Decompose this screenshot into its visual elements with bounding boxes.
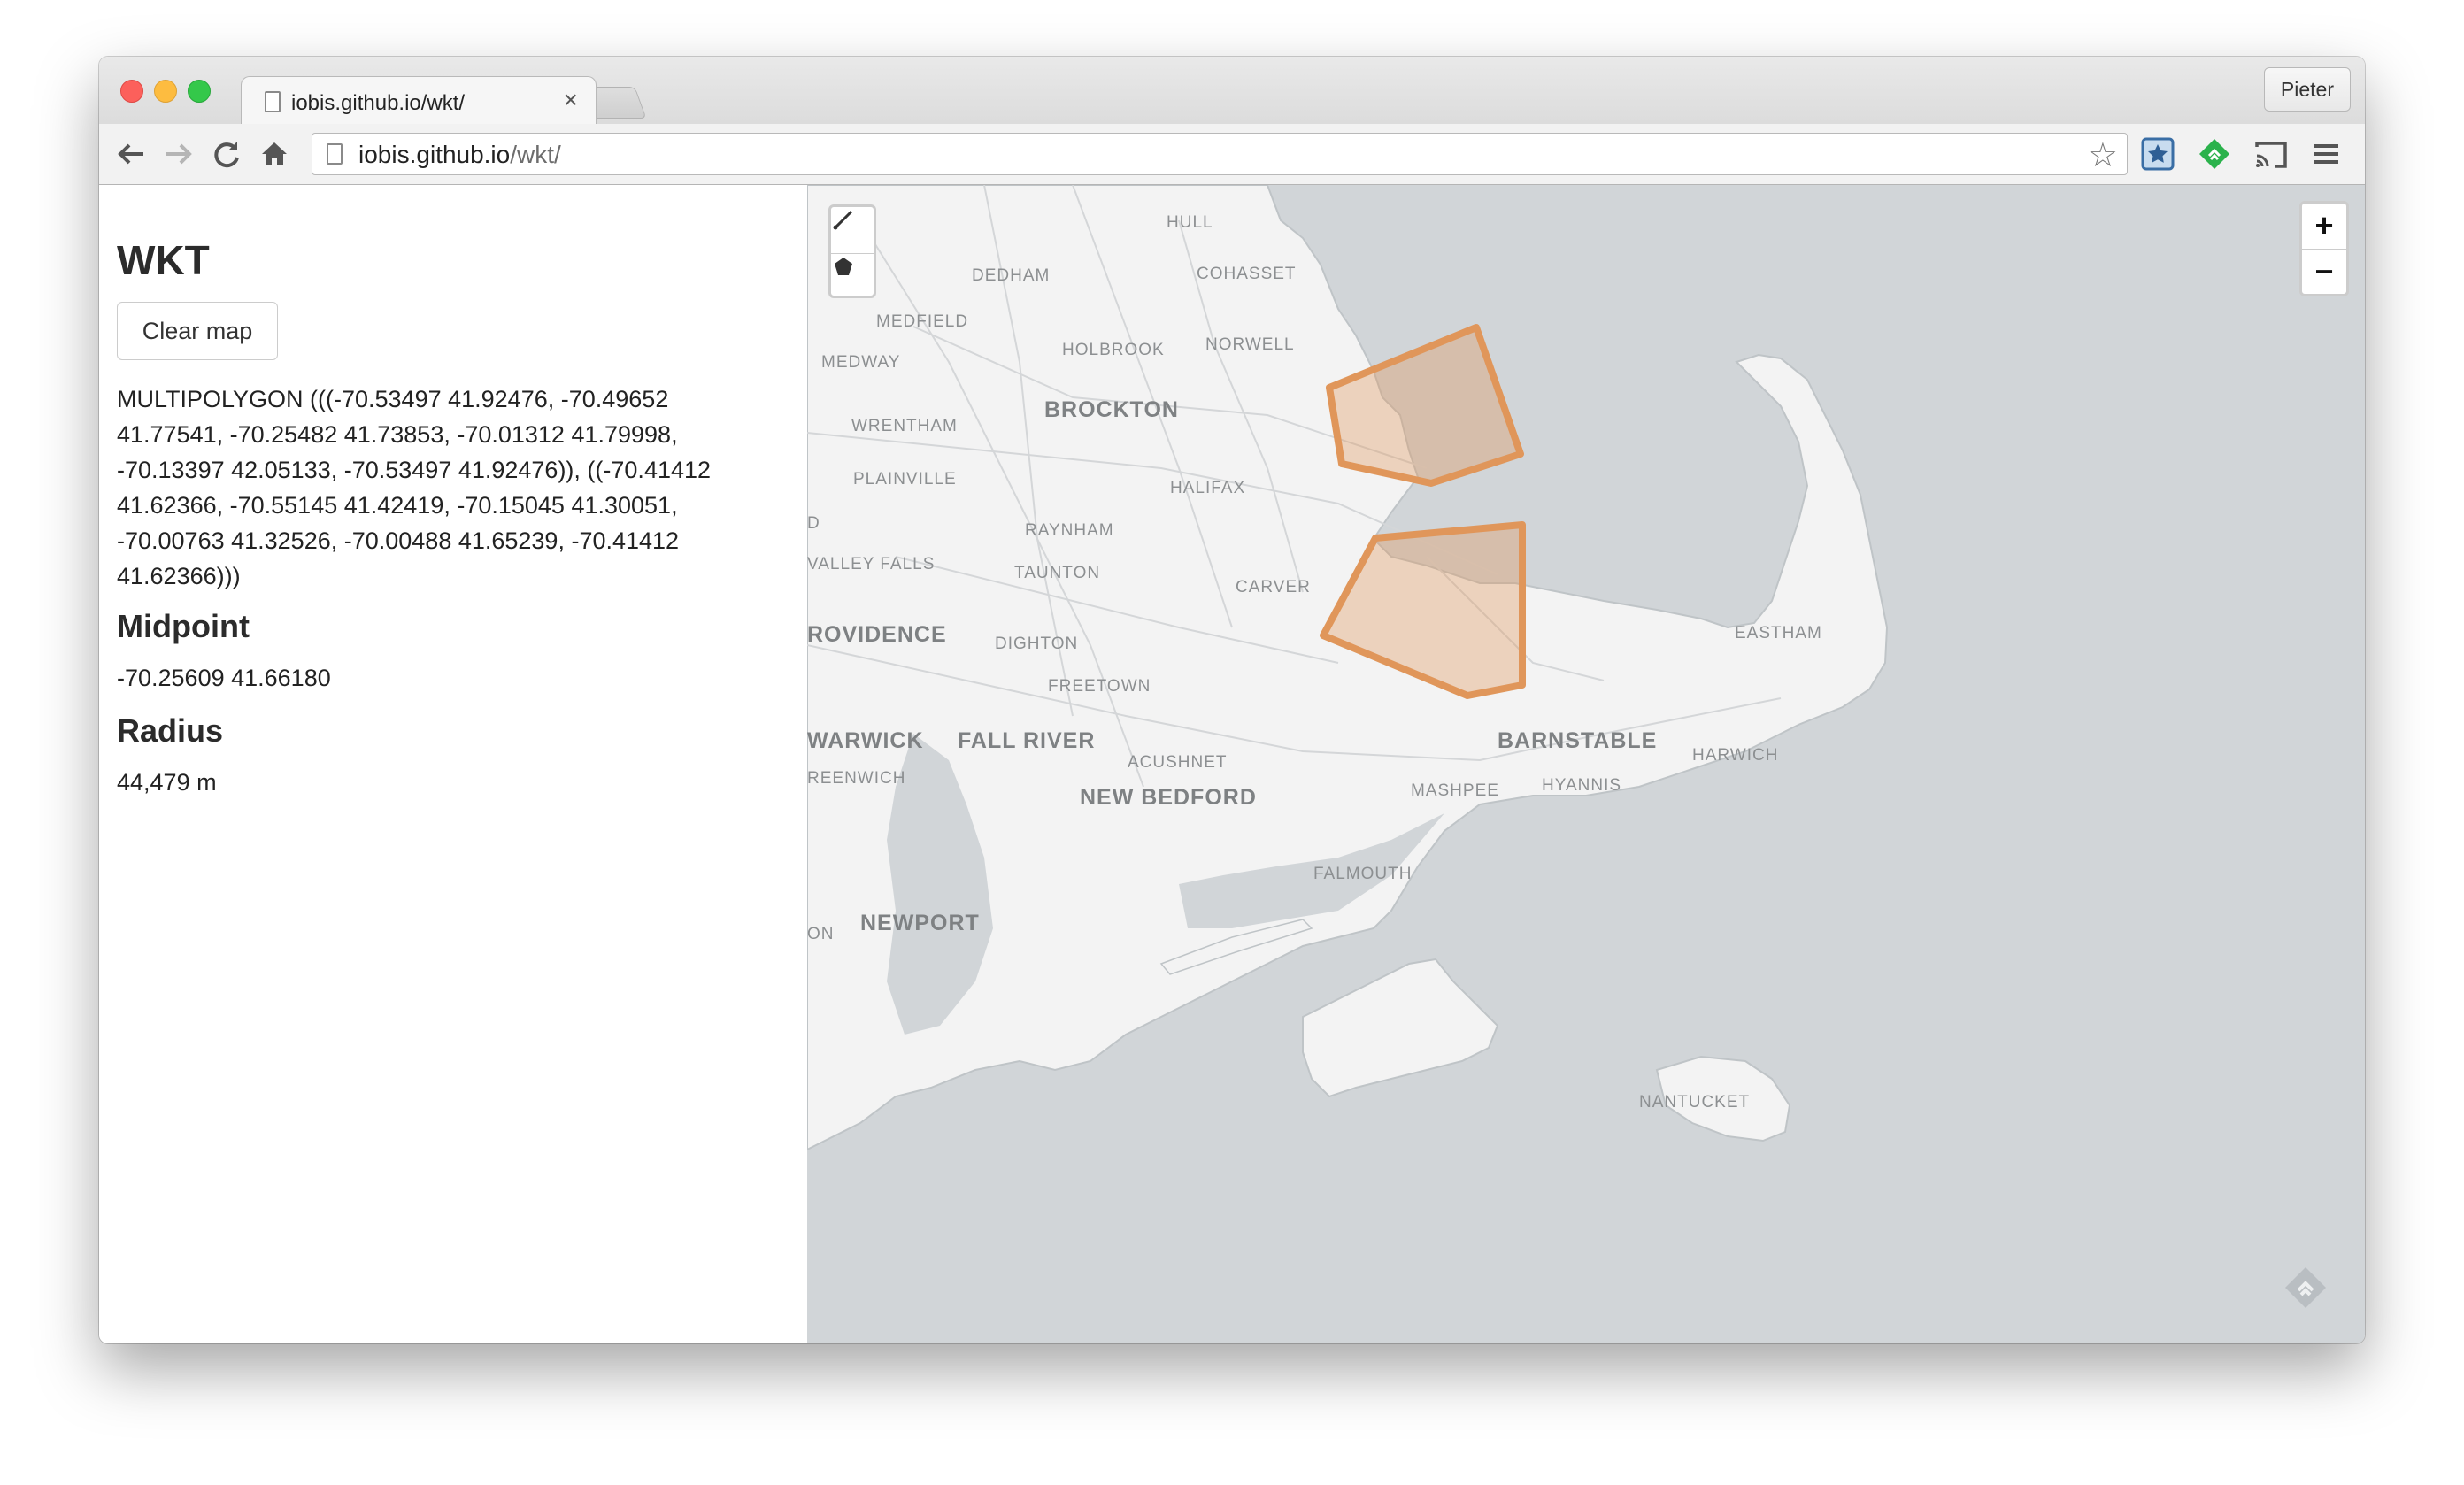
map-label: HYANNIS xyxy=(1542,776,1622,795)
map-label: TAUNTON xyxy=(1014,564,1101,582)
map-label: HARWICH xyxy=(1692,746,1779,765)
zoom-out-button[interactable]: − xyxy=(2302,250,2346,295)
back-icon[interactable] xyxy=(113,136,149,172)
map-label: REENWICH xyxy=(807,769,906,788)
map-label: EASTHAM xyxy=(1735,624,1822,642)
marthas-vineyard xyxy=(1302,958,1499,1098)
map-label: FALMOUTH xyxy=(1313,865,1413,883)
map-label: BROCKTON xyxy=(1044,397,1179,422)
zoom-control: + − xyxy=(2299,201,2349,296)
map-label: DIGHTON xyxy=(995,635,1079,653)
bookmark-extension-icon[interactable] xyxy=(2140,136,2175,172)
feedly-icon[interactable] xyxy=(2197,136,2232,172)
map-label: D xyxy=(807,514,820,533)
radius-value: 44,479 m xyxy=(117,769,217,796)
map-label: COHASSET xyxy=(1197,265,1297,283)
clear-map-button[interactable]: Clear map xyxy=(117,302,278,360)
feedly-watermark-icon xyxy=(2282,1264,2329,1312)
midpoint-heading: Midpoint xyxy=(117,608,250,644)
map-label: HOLBROOK xyxy=(1062,341,1165,359)
map-label: MEDWAY xyxy=(821,353,901,372)
tab-strip: iobis.github.io/wkt/ × Pieter xyxy=(99,57,2365,127)
map-label: ROVIDENCE xyxy=(807,622,947,647)
side-panel: WKT Clear map MULTIPOLYGON (((-70.53497 … xyxy=(99,185,807,1343)
page-viewport: WKT Clear map MULTIPOLYGON (((-70.53497 … xyxy=(99,185,2365,1343)
map-label: ACUSHNET xyxy=(1128,753,1228,772)
tab-close-icon[interactable]: × xyxy=(564,86,578,113)
map-label: MASHPEE xyxy=(1411,781,1499,800)
map-label: BARNSTABLE xyxy=(1498,728,1658,753)
forward-icon[interactable] xyxy=(161,136,196,172)
draw-polygon-button[interactable] xyxy=(831,253,874,298)
map-label: VALLEY FALLS xyxy=(807,555,936,573)
tab-wkt[interactable]: iobis.github.io/wkt/ × xyxy=(241,76,597,127)
bookmark-star-icon[interactable]: ☆ xyxy=(2088,135,2118,175)
url-text: iobis.github.io/wkt/ xyxy=(358,141,561,168)
map-label: PLAINVILLE xyxy=(853,470,957,489)
map-label: NORWELL xyxy=(1205,335,1295,354)
minimize-window-button[interactable] xyxy=(154,80,177,103)
page-icon xyxy=(327,143,343,165)
map-label: HULL xyxy=(1167,213,1213,232)
map-label: NEW BEDFORD xyxy=(1080,785,1257,810)
polygon-icon xyxy=(835,258,852,275)
page-icon xyxy=(265,91,281,112)
profile-button[interactable]: Pieter xyxy=(2263,67,2351,112)
page-title: WKT xyxy=(117,237,210,283)
map-label: ON xyxy=(807,925,835,943)
map-label: FREETOWN xyxy=(1048,677,1151,696)
map-label: MEDFIELD xyxy=(876,312,969,331)
map-label: NANTUCKET xyxy=(1639,1093,1751,1112)
map-tiles xyxy=(807,185,1889,1151)
polyline-icon xyxy=(833,210,853,230)
map-label: HALIFAX xyxy=(1170,479,1246,497)
browser-toolbar: iobis.github.io/wkt/ ☆ xyxy=(99,124,2365,185)
map-label: DEDHAM xyxy=(972,266,1051,285)
wkt-output: MULTIPOLYGON (((-70.53497 41.92476, -70.… xyxy=(117,386,712,589)
map[interactable]: HULL DEDHAM COHASSET MEDFIELD HOLBROOK N… xyxy=(807,185,2365,1343)
maximize-window-button[interactable] xyxy=(188,80,211,103)
home-icon[interactable] xyxy=(257,136,292,172)
radius-heading: Radius xyxy=(117,712,224,749)
map-label: RAYNHAM xyxy=(1025,521,1114,540)
map-label: FALL RIVER xyxy=(958,728,1096,753)
menu-icon[interactable] xyxy=(2308,136,2344,172)
map-label: CARVER xyxy=(1236,578,1311,596)
reload-icon[interactable] xyxy=(209,136,244,172)
map-label: WRENTHAM xyxy=(851,417,958,435)
map-label: WARWICK xyxy=(807,728,924,753)
cast-icon[interactable] xyxy=(2253,136,2289,172)
midpoint-value: -70.25609 41.66180 xyxy=(117,665,331,691)
draw-polyline-button[interactable] xyxy=(831,207,874,251)
draw-toolbar xyxy=(828,204,876,298)
map-label: NEWPORT xyxy=(860,911,980,935)
tab-title: iobis.github.io/wkt/ xyxy=(291,91,466,115)
address-bar[interactable]: iobis.github.io/wkt/ ☆ xyxy=(312,133,2128,175)
zoom-in-button[interactable]: + xyxy=(2302,204,2346,250)
browser-window: iobis.github.io/wkt/ × Pieter iobis.gith… xyxy=(99,57,2365,1343)
close-window-button[interactable] xyxy=(120,80,143,103)
